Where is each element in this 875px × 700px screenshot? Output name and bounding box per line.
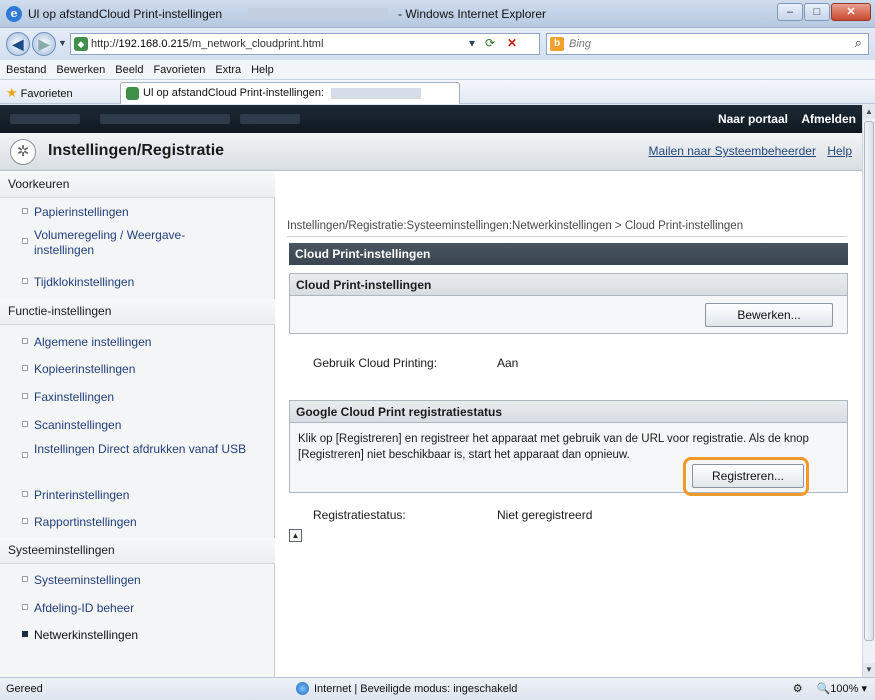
registration-status-value: Niet geregistreerd (497, 508, 593, 522)
settings-gear-icon: ✲ (10, 139, 36, 165)
menu-item-extra[interactable]: Extra (215, 64, 241, 76)
breadcrumb: Instellingen/Registratie:Systeeminstelli… (287, 220, 744, 232)
minimize-button[interactable]: – (777, 3, 803, 21)
help-link[interactable]: Help (827, 144, 852, 158)
security-settings-icon[interactable]: ⚙ (793, 682, 803, 695)
maximize-button[interactable]: □ (804, 3, 830, 21)
url-text[interactable]: http://192.168.0.215/m_network_cloudprin… (91, 38, 323, 50)
register-highlight (683, 457, 809, 496)
favorites-label: Favorieten (20, 88, 73, 100)
search-input[interactable] (569, 36, 839, 52)
favorites-button[interactable]: ★ Favorieten (6, 85, 73, 101)
registration-box-title: Google Cloud Print registratiestatus (290, 401, 847, 423)
close-button[interactable]: ✕ (831, 3, 871, 21)
search-icon[interactable]: ⌕ (855, 35, 862, 51)
bullet-icon (22, 604, 28, 610)
edit-button[interactable]: Bewerken... (705, 303, 833, 327)
sidebar-section-functie: Functie-instellingen (0, 299, 275, 325)
main-panel: Instellingen/Registratie:Systeeminstelli… (276, 172, 862, 677)
scroll-thumb[interactable] (864, 121, 874, 641)
title-redacted (248, 8, 388, 20)
bullet-icon (22, 421, 28, 427)
portal-link[interactable]: Naar portaal (718, 112, 788, 126)
cloud-printing-value: Aan (497, 356, 519, 370)
status-text: Gereed (6, 683, 43, 695)
cloud-print-box: Cloud Print-instellingen Bewerken... (289, 273, 848, 334)
header-links: Mailen naar Systeembeheerder Help (641, 144, 852, 158)
scroll-up-icon[interactable]: ▲ (863, 105, 875, 119)
search-box[interactable]: b ⌕ (546, 33, 869, 55)
registration-status-label: Registratiestatus: (313, 508, 406, 522)
window-controls: – □ ✕ (777, 3, 871, 21)
redacted-block (100, 114, 230, 124)
divider (287, 236, 847, 237)
status-right: ⚙ 🔍100% ▾ (793, 682, 867, 695)
redacted-block (240, 114, 300, 124)
cloud-print-box-title: Cloud Print-instellingen (290, 274, 847, 296)
forward-button[interactable]: ▶ (32, 32, 56, 56)
window-titlebar: e Ul op afstandCloud Print-instellingen … (0, 0, 875, 28)
tab-label: Ul op afstandCloud Print-instellingen: (143, 87, 324, 99)
redacted-block (10, 114, 80, 124)
zoom-icon: 🔍 (816, 683, 831, 695)
portal-links: Naar portaal Afmelden (708, 112, 856, 126)
menu-item-bestand[interactable]: Bestand (6, 64, 46, 76)
zoom-control[interactable]: 🔍100% ▾ (817, 682, 867, 695)
cloud-printing-label: Gebruik Cloud Printing: (313, 356, 438, 370)
settings-header: ✲ Instellingen/Registratie Mailen naar S… (0, 133, 862, 171)
zoom-level: 100% (830, 683, 859, 695)
address-field[interactable]: ◆ http://192.168.0.215/m_network_cloudpr… (70, 33, 540, 55)
sidebar-section-voorkeuren: Voorkeuren (0, 172, 275, 198)
menu-bar: Bestand Bewerken Beeld Favorieten Extra … (0, 60, 875, 80)
bullet-icon (22, 208, 28, 214)
logout-link[interactable]: Afmelden (801, 112, 856, 126)
back-to-top-icon[interactable]: ▲ (289, 529, 302, 542)
bullet-icon (22, 338, 28, 344)
sidebar-section-systeem: Systeeminstellingen (0, 538, 275, 564)
site-icon: ◆ (74, 37, 88, 51)
section-title: Cloud Print-instellingen (289, 243, 848, 265)
bullet-icon (22, 518, 28, 524)
page-content: Naar portaal Afmelden ✲ Instellingen/Reg… (0, 105, 862, 677)
tab-favicon-icon (126, 87, 139, 100)
bullet-icon (22, 278, 28, 284)
menu-item-favorieten[interactable]: Favorieten (153, 64, 205, 76)
mail-admin-link[interactable]: Mailen naar Systeembeheerder (649, 144, 816, 158)
menu-item-beeld[interactable]: Beeld (115, 64, 143, 76)
bullet-icon (22, 393, 28, 399)
browser-tab[interactable]: Ul op afstandCloud Print-instellingen: (120, 82, 460, 104)
portal-bar: Naar portaal Afmelden (0, 105, 862, 133)
address-dropdown-icon[interactable]: ▾ (469, 36, 475, 50)
address-toolbar: ◀ ▶ ▼ ◆ http://192.168.0.215/m_network_c… (0, 28, 875, 60)
star-icon: ★ (6, 85, 18, 100)
back-button[interactable]: ◀ (6, 32, 30, 56)
tab-label-redacted (331, 88, 421, 99)
status-bar: Gereed Internet | Beveiligde modus: inge… (0, 677, 875, 700)
menu-item-help[interactable]: Help (251, 64, 274, 76)
bullet-icon (22, 491, 28, 497)
page-title: Instellingen/Registratie (48, 142, 225, 159)
history-dropdown-icon[interactable]: ▼ (58, 38, 67, 48)
bullet-icon (22, 576, 28, 582)
bullet-icon (22, 238, 28, 244)
sidebar: Voorkeuren Papierinstellingen Volumerege… (0, 172, 275, 677)
favorites-bar: ★ Favorieten Ul op afstandCloud Print-ins… (0, 80, 875, 104)
page-scrollbar[interactable]: ▲ ▼ (862, 105, 875, 677)
bullet-icon (22, 631, 28, 637)
window-title-app: - Windows Internet Explorer (398, 7, 547, 21)
security-zone-text: Internet | Beveiligde modus: ingeschakel… (314, 683, 518, 695)
internet-zone-icon (296, 682, 309, 695)
bing-icon: b (550, 37, 564, 51)
bullet-icon (22, 452, 28, 458)
ie-logo-icon: e (6, 6, 22, 22)
window-title: Ul op afstandCloud Print-instellingen (28, 7, 223, 21)
stop-icon[interactable]: ✕ (507, 36, 517, 50)
menu-item-bewerken[interactable]: Bewerken (56, 64, 105, 76)
bullet-icon (22, 365, 28, 371)
scroll-down-icon[interactable]: ▼ (863, 663, 875, 677)
refresh-icon[interactable]: ⟳ (485, 36, 495, 50)
